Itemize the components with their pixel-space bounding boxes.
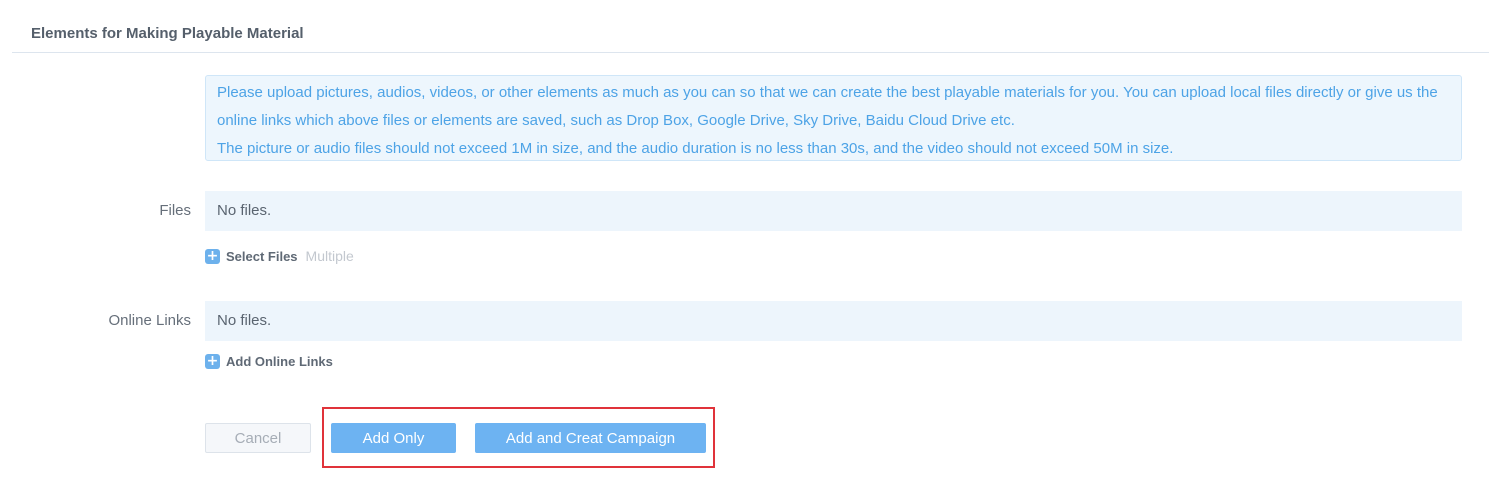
notice-line-1: Please upload pictures, audios, videos, …: [217, 84, 1438, 129]
plus-icon: +: [205, 353, 220, 369]
add-online-links-label: Add Online Links: [226, 354, 333, 369]
notice-line-2: The picture or audio files should not ex…: [217, 140, 1174, 157]
upload-notice: Please upload pictures, audios, videos, …: [205, 75, 1462, 161]
online-links-list: No files.: [205, 301, 1462, 341]
cancel-button[interactable]: Cancel: [205, 423, 311, 453]
files-label: Files: [159, 202, 191, 219]
online-links-label: Online Links: [108, 312, 191, 329]
section-title: Elements for Making Playable Material: [31, 25, 304, 42]
plus-icon: +: [205, 247, 220, 264]
files-empty-text: No files.: [217, 202, 272, 219]
playable-material-form: Elements for Making Playable Material Pl…: [0, 0, 1489, 491]
add-and-create-campaign-button[interactable]: Add and Creat Campaign: [475, 423, 706, 453]
files-list: No files.: [205, 191, 1462, 231]
add-online-links-button[interactable]: + Add Online Links: [205, 354, 333, 369]
add-only-button[interactable]: Add Only: [331, 423, 456, 453]
select-files-label: Select Files: [226, 248, 298, 264]
multiple-hint: Multiple: [305, 248, 354, 264]
online-links-empty-text: No files.: [217, 312, 272, 329]
select-files-button[interactable]: + Select Files Multiple: [205, 248, 354, 264]
section-header: Elements for Making Playable Material: [12, 0, 1489, 53]
